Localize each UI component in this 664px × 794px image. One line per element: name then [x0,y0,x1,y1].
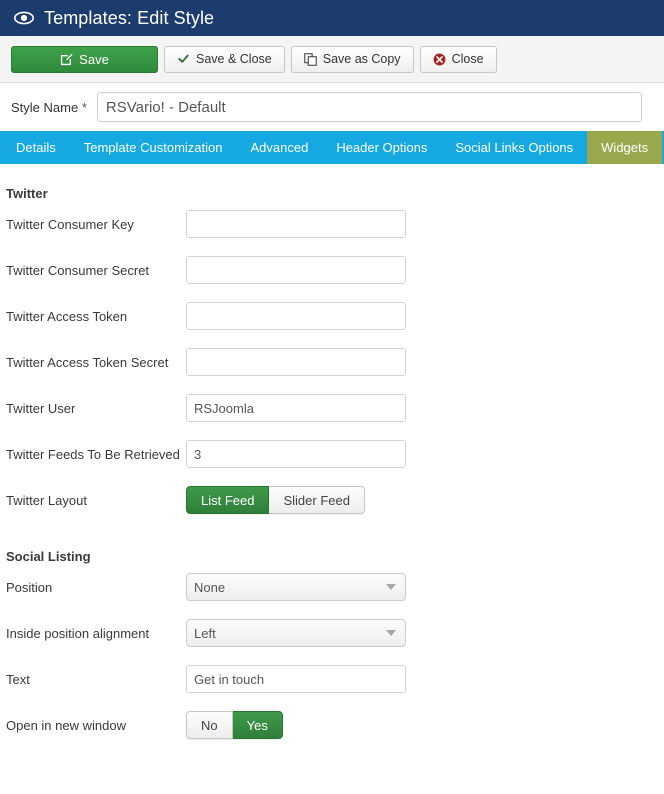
page-header: Templates: Edit Style [0,0,664,36]
widgets-form: Twitter Twitter Consumer Key Twitter Con… [0,186,664,748]
close-button-label: Close [451,52,484,66]
toggle-open-in-new-window-yes[interactable]: Yes [232,711,283,739]
field-row-twitter-consumer-secret: Twitter Consumer Secret [0,247,664,293]
select-alignment-value: Left [194,625,216,641]
label-twitter-user: Twitter User [6,400,76,416]
tab-header-options[interactable]: Header Options [322,131,441,164]
control-inside-position-alignment: Left [186,619,406,647]
close-button[interactable]: Close [419,45,497,73]
tab-details[interactable]: Details [0,131,70,164]
check-icon [177,53,190,65]
field-row-twitter-access-token-secret: Twitter Access Token Secret [0,339,664,385]
control-twitter-access-token-secret [186,348,406,376]
section-heading-social-listing: Social Listing [6,549,91,564]
toggle-twitter-layout-list-feed[interactable]: List Feed [186,486,270,514]
label-inside-position-alignment: Inside position alignment [6,625,150,641]
copy-icon [303,52,317,66]
toggle-twitter-layout-slider-feed[interactable]: Slider Feed [269,486,365,514]
select-inside-position-alignment[interactable]: Left [186,619,406,647]
style-name-label-text: Style Name [11,99,79,115]
save-button[interactable]: Save [11,45,158,73]
cancel-circle-icon [433,53,446,66]
save-and-close-label: Save & Close [196,52,272,66]
label-twitter-access-token: Twitter Access Token [6,308,128,324]
tab-bar: Details Template Customization Advanced … [0,131,664,164]
field-row-twitter-access-token: Twitter Access Token [0,293,664,339]
save-as-copy-button[interactable]: Save as Copy [290,45,414,73]
input-twitter-user[interactable] [186,394,406,422]
tab-social-links-options[interactable]: Social Links Options [441,131,587,164]
control-twitter-feeds [186,440,406,468]
required-marker: * [81,99,87,115]
style-name-input[interactable] [96,92,642,122]
label-position: Position [6,579,53,595]
label-text: Text [6,671,30,687]
save-and-close-button[interactable]: Save & Close [164,45,285,73]
input-text[interactable] [186,665,406,693]
control-twitter-access-token [186,302,406,330]
tab-widgets[interactable]: Widgets [587,131,663,164]
chevron-down-icon [386,630,396,636]
control-twitter-layout: List Feed Slider Feed [186,486,365,514]
tab-advanced[interactable]: Advanced [236,131,322,164]
label-twitter-consumer-secret: Twitter Consumer Secret [6,262,150,278]
input-twitter-consumer-key[interactable] [186,210,406,238]
input-twitter-access-token-secret[interactable] [186,348,406,376]
input-twitter-feeds[interactable] [186,440,406,468]
label-twitter-access-token-secret: Twitter Access Token Secret [6,354,169,370]
chevron-down-icon [386,584,396,590]
field-row-text: Text [0,656,664,702]
control-open-in-new-window: No Yes [186,711,283,739]
field-row-twitter-layout: Twitter Layout List Feed Slider Feed [0,477,664,523]
style-name-label: Style Name * [11,100,87,115]
eye-icon [14,8,34,28]
control-twitter-consumer-key [186,210,406,238]
toggle-group-open-in-new-window: No Yes [186,711,283,739]
toggle-group-twitter-layout: List Feed Slider Feed [186,486,365,514]
label-twitter-consumer-key: Twitter Consumer Key [6,216,134,232]
field-row-twitter-feeds: Twitter Feeds To Be Retrieved [0,431,664,477]
field-row-twitter-user: Twitter User [0,385,664,431]
control-twitter-user [186,394,406,422]
pencil-square-icon [60,53,73,66]
field-row-position: Position None [0,564,664,610]
save-button-label: Save [79,51,109,67]
toggle-open-in-new-window-no[interactable]: No [186,711,233,739]
field-row-open-in-new-window: Open in new window No Yes [0,702,664,748]
input-twitter-access-token[interactable] [186,302,406,330]
field-row-twitter-consumer-key: Twitter Consumer Key [0,201,664,247]
page-title: Templates: Edit Style [44,7,215,28]
select-position[interactable]: None [186,573,406,601]
style-name-row: Style Name * [0,83,664,131]
select-position-value: None [194,579,226,595]
section-heading-twitter: Twitter [6,186,48,201]
save-as-copy-label: Save as Copy [322,52,401,66]
toolbar: Save Save & Close Save as Copy Close [0,36,664,83]
control-position: None [186,573,406,601]
input-twitter-consumer-secret[interactable] [186,256,406,284]
field-row-inside-position-alignment: Inside position alignment Left [0,610,664,656]
label-twitter-layout: Twitter Layout [6,492,87,508]
label-twitter-feeds: Twitter Feeds To Be Retrieved [6,446,180,462]
control-twitter-consumer-secret [186,256,406,284]
label-open-in-new-window: Open in new window [6,717,126,733]
control-text [186,665,406,693]
tab-template-customization[interactable]: Template Customization [70,131,237,164]
